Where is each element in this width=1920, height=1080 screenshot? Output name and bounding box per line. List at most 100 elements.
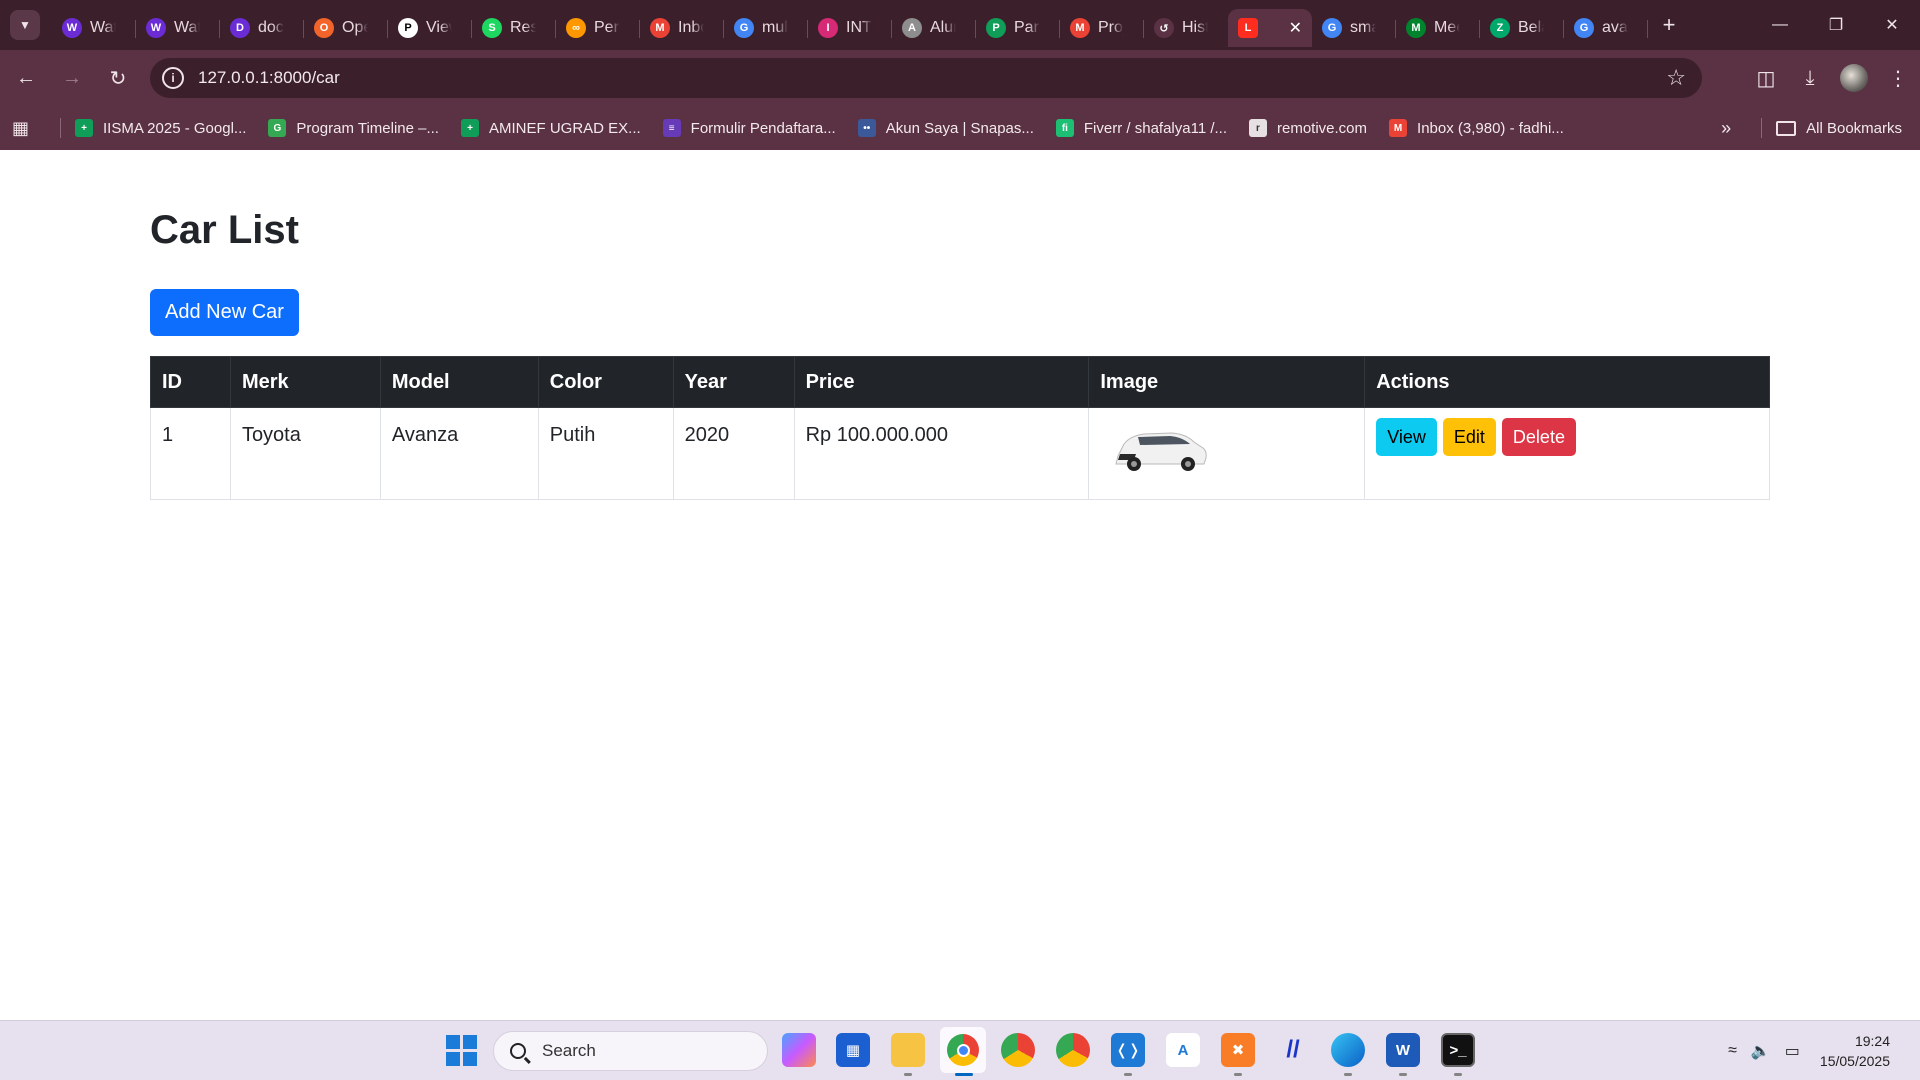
column-header: Merk [229,356,381,408]
browser-tab[interactable]: S Resi [472,9,556,47]
bookmarks-divider [60,118,61,138]
browser-tab[interactable]: Gmul [724,9,808,47]
profile-button[interactable] [1832,56,1876,100]
forward-button[interactable]: → [52,58,92,98]
browser-tab[interactable]: ∞ Perc [556,9,640,47]
bookmark-item[interactable]: r remotive.com [1249,119,1367,137]
windows-logo-icon [463,1035,477,1049]
browser-tab[interactable]: W Wat [52,9,136,47]
bookmark-label: Akun Saya | Snapas... [885,119,1034,137]
tab-strip: ▼ W Wat W Wat Ddoc O Ope P View S Resi ∞ Perc M Inbo Gm… [0,0,1920,50]
column-header: Actions [1364,356,1770,408]
bookmark-favicon-icon: ≡ [662,119,681,137]
chrome-profile-2-icon[interactable] [1001,1033,1035,1067]
minimize-button[interactable]: — [1752,0,1808,50]
bookmark-item[interactable]: + AMINEF UGRAD EX... [460,119,641,137]
volume-icon[interactable]: 🔈 [1751,1041,1771,1061]
reload-button[interactable]: ↻ [98,58,138,98]
battery-icon[interactable]: ▭ [1785,1041,1800,1061]
browser-tab[interactable]: Z Bela [1480,9,1564,47]
cell-model: Avanza [379,407,539,500]
tab-title: mul [762,19,788,36]
wifi-icon[interactable]: ≈ [1728,1042,1737,1060]
menu-kebab-icon[interactable]: ⋮ [1876,56,1920,100]
edge-app-icon[interactable] [1331,1033,1365,1067]
tab-favicon-icon: A [902,18,922,38]
search-icon [510,1043,526,1059]
browser-tab[interactable]: Gsma [1312,9,1396,47]
bookmark-item[interactable]: M Inbox (3,980) - fadhi... [1389,119,1564,137]
vscode-app-icon[interactable]: ❬❭ [1111,1033,1145,1067]
address-bar[interactable]: i 127.0.0.1:8000/car ☆ [150,58,1702,98]
xampp-app-icon[interactable]: ✖ [1221,1033,1255,1067]
app-a-icon[interactable]: A [1166,1033,1200,1067]
car-table: ID Merk Model Color Year Price Image Actions 1T… [150,356,1770,500]
chrome-app-icon[interactable] [940,1027,986,1073]
browser-tab[interactable]: M Proj [1060,9,1144,47]
copilot-app-icon[interactable] [782,1033,816,1067]
file-explorer-icon[interactable] [891,1033,925,1067]
browser-tab[interactable]: L ✕ [1228,9,1312,47]
tab-favicon-icon: P [986,18,1006,38]
toolbar-actions: ◫ ⤓ ⋮ [1744,50,1920,106]
new-tab-button[interactable]: + [1654,10,1684,40]
browser-tab[interactable]: P View [388,9,472,47]
start-button[interactable] [446,1035,478,1067]
bookmark-label: Program Timeline –... [296,119,439,137]
tab-favicon-icon: M [1406,18,1426,38]
view-button[interactable]: View [1376,418,1437,456]
bookmark-label: remotive.com [1277,119,1368,137]
terminal-app-icon[interactable]: >_ [1441,1033,1475,1067]
browser-tab[interactable]: Ddoc [220,9,304,47]
slash-app-icon[interactable]: // [1276,1033,1310,1067]
browser-tab[interactable]: I INT [808,9,892,47]
chevron-down-icon: ▼ [19,18,31,32]
tab-title: Wat [174,19,200,36]
more-bookmarks-icon[interactable]: » [1721,118,1731,139]
taskbar: Search ▦ ❬❭ A ✖ // W >_ ≈ 🔈 ▭ 19:24 15/0… [0,1020,1920,1080]
address-url[interactable]: 127.0.0.1:8000/car [198,68,340,88]
bookmark-item[interactable]: •• Akun Saya | Snapas... [857,119,1034,137]
store-app-icon[interactable]: ▦ [836,1033,870,1067]
tab-search-button[interactable]: ▼ [10,10,40,40]
browser-tab[interactable]: M Mee [1396,9,1480,47]
browser-tab[interactable]: A Alur [892,9,976,47]
all-bookmarks-button[interactable]: All Bookmarks [1806,120,1902,137]
bookmarks-divider [1761,118,1763,138]
taskbar-search[interactable]: Search [493,1031,768,1071]
restore-button[interactable]: ❐ [1808,0,1864,50]
delete-button[interactable]: Delete [1501,418,1576,456]
bookmark-item[interactable]: G Program Timeline –... [268,119,439,137]
bookmark-favicon-icon: •• [857,119,876,137]
close-window-button[interactable]: ✕ [1864,0,1920,50]
word-app-icon[interactable]: W [1386,1033,1420,1067]
edit-button[interactable]: Edit [1442,418,1496,456]
browser-tab[interactable]: P Para [976,9,1060,47]
plus-icon: + [1662,12,1676,37]
apps-grid-icon[interactable]: ▦ [12,118,52,139]
windows-logo-icon [446,1035,460,1049]
add-new-car-button[interactable]: Add New Car [150,289,299,336]
download-icon[interactable]: ⤓ [1788,56,1832,100]
browser-tab[interactable]: Gava [1564,9,1648,47]
running-indicator [1454,1073,1462,1076]
bookmark-item[interactable]: fi Fiverr / shafalya11 /... [1055,119,1227,137]
bookmark-item[interactable]: ≡ Formulir Pendaftara... [662,119,836,137]
browser-tab[interactable]: W Wat [136,9,220,47]
bookmark-label: IISMA 2025 - Googl... [103,119,247,137]
browser-tab[interactable]: M Inbo [640,9,724,47]
tab-title: Perc [594,19,620,36]
bookmark-star-icon[interactable]: ☆ [1666,65,1686,91]
page-content: Car List Add New Car ID Merk Model Color Yea… [0,150,1920,1020]
bookmark-item[interactable]: + IISMA 2025 - Googl... [75,119,246,137]
browser-tab[interactable]: ↺ Hist [1144,9,1228,47]
back-button[interactable]: ← [6,58,46,98]
taskbar-search-label: Search [542,1041,596,1060]
site-info-icon[interactable]: i [162,67,184,89]
clock[interactable]: 19:24 15/05/2025 [1820,1031,1890,1071]
extensions-icon[interactable]: ◫ [1744,56,1788,100]
chrome-profile-3-icon[interactable] [1056,1033,1090,1067]
tab-title: INT [846,19,872,36]
close-tab-icon[interactable]: ✕ [1289,18,1302,38]
browser-tab[interactable]: O Ope [304,9,388,47]
